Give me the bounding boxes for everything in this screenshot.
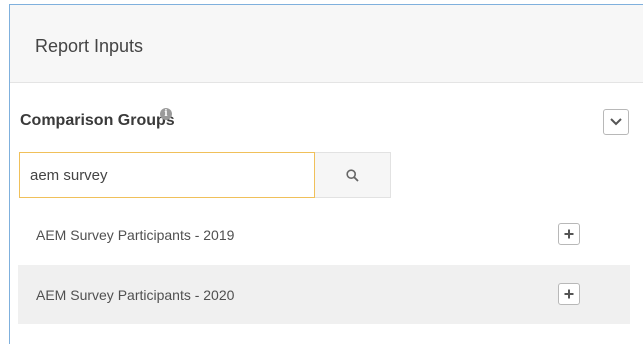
comparison-groups-title: Comparison Groups [20, 112, 175, 129]
add-group-button[interactable] [558, 223, 580, 245]
add-group-button[interactable] [558, 283, 580, 305]
result-label: AEM Survey Participants - 2020 [36, 287, 235, 303]
search-input[interactable] [19, 152, 315, 198]
panel-header: Report Inputs [10, 5, 643, 83]
panel-title: Report Inputs [35, 36, 144, 56]
search-icon [346, 169, 359, 182]
info-circle-icon[interactable]: i [160, 108, 172, 120]
result-label: AEM Survey Participants - 2019 [36, 227, 235, 243]
result-row: AEM Survey Participants - 2020 [18, 265, 630, 324]
collapse-button[interactable] [603, 109, 629, 135]
plus-icon [564, 229, 574, 239]
plus-icon [564, 289, 574, 299]
result-row: AEM Survey Participants - 2019 [18, 205, 630, 264]
chevron-down-icon [610, 118, 622, 126]
search-button[interactable] [315, 152, 391, 198]
